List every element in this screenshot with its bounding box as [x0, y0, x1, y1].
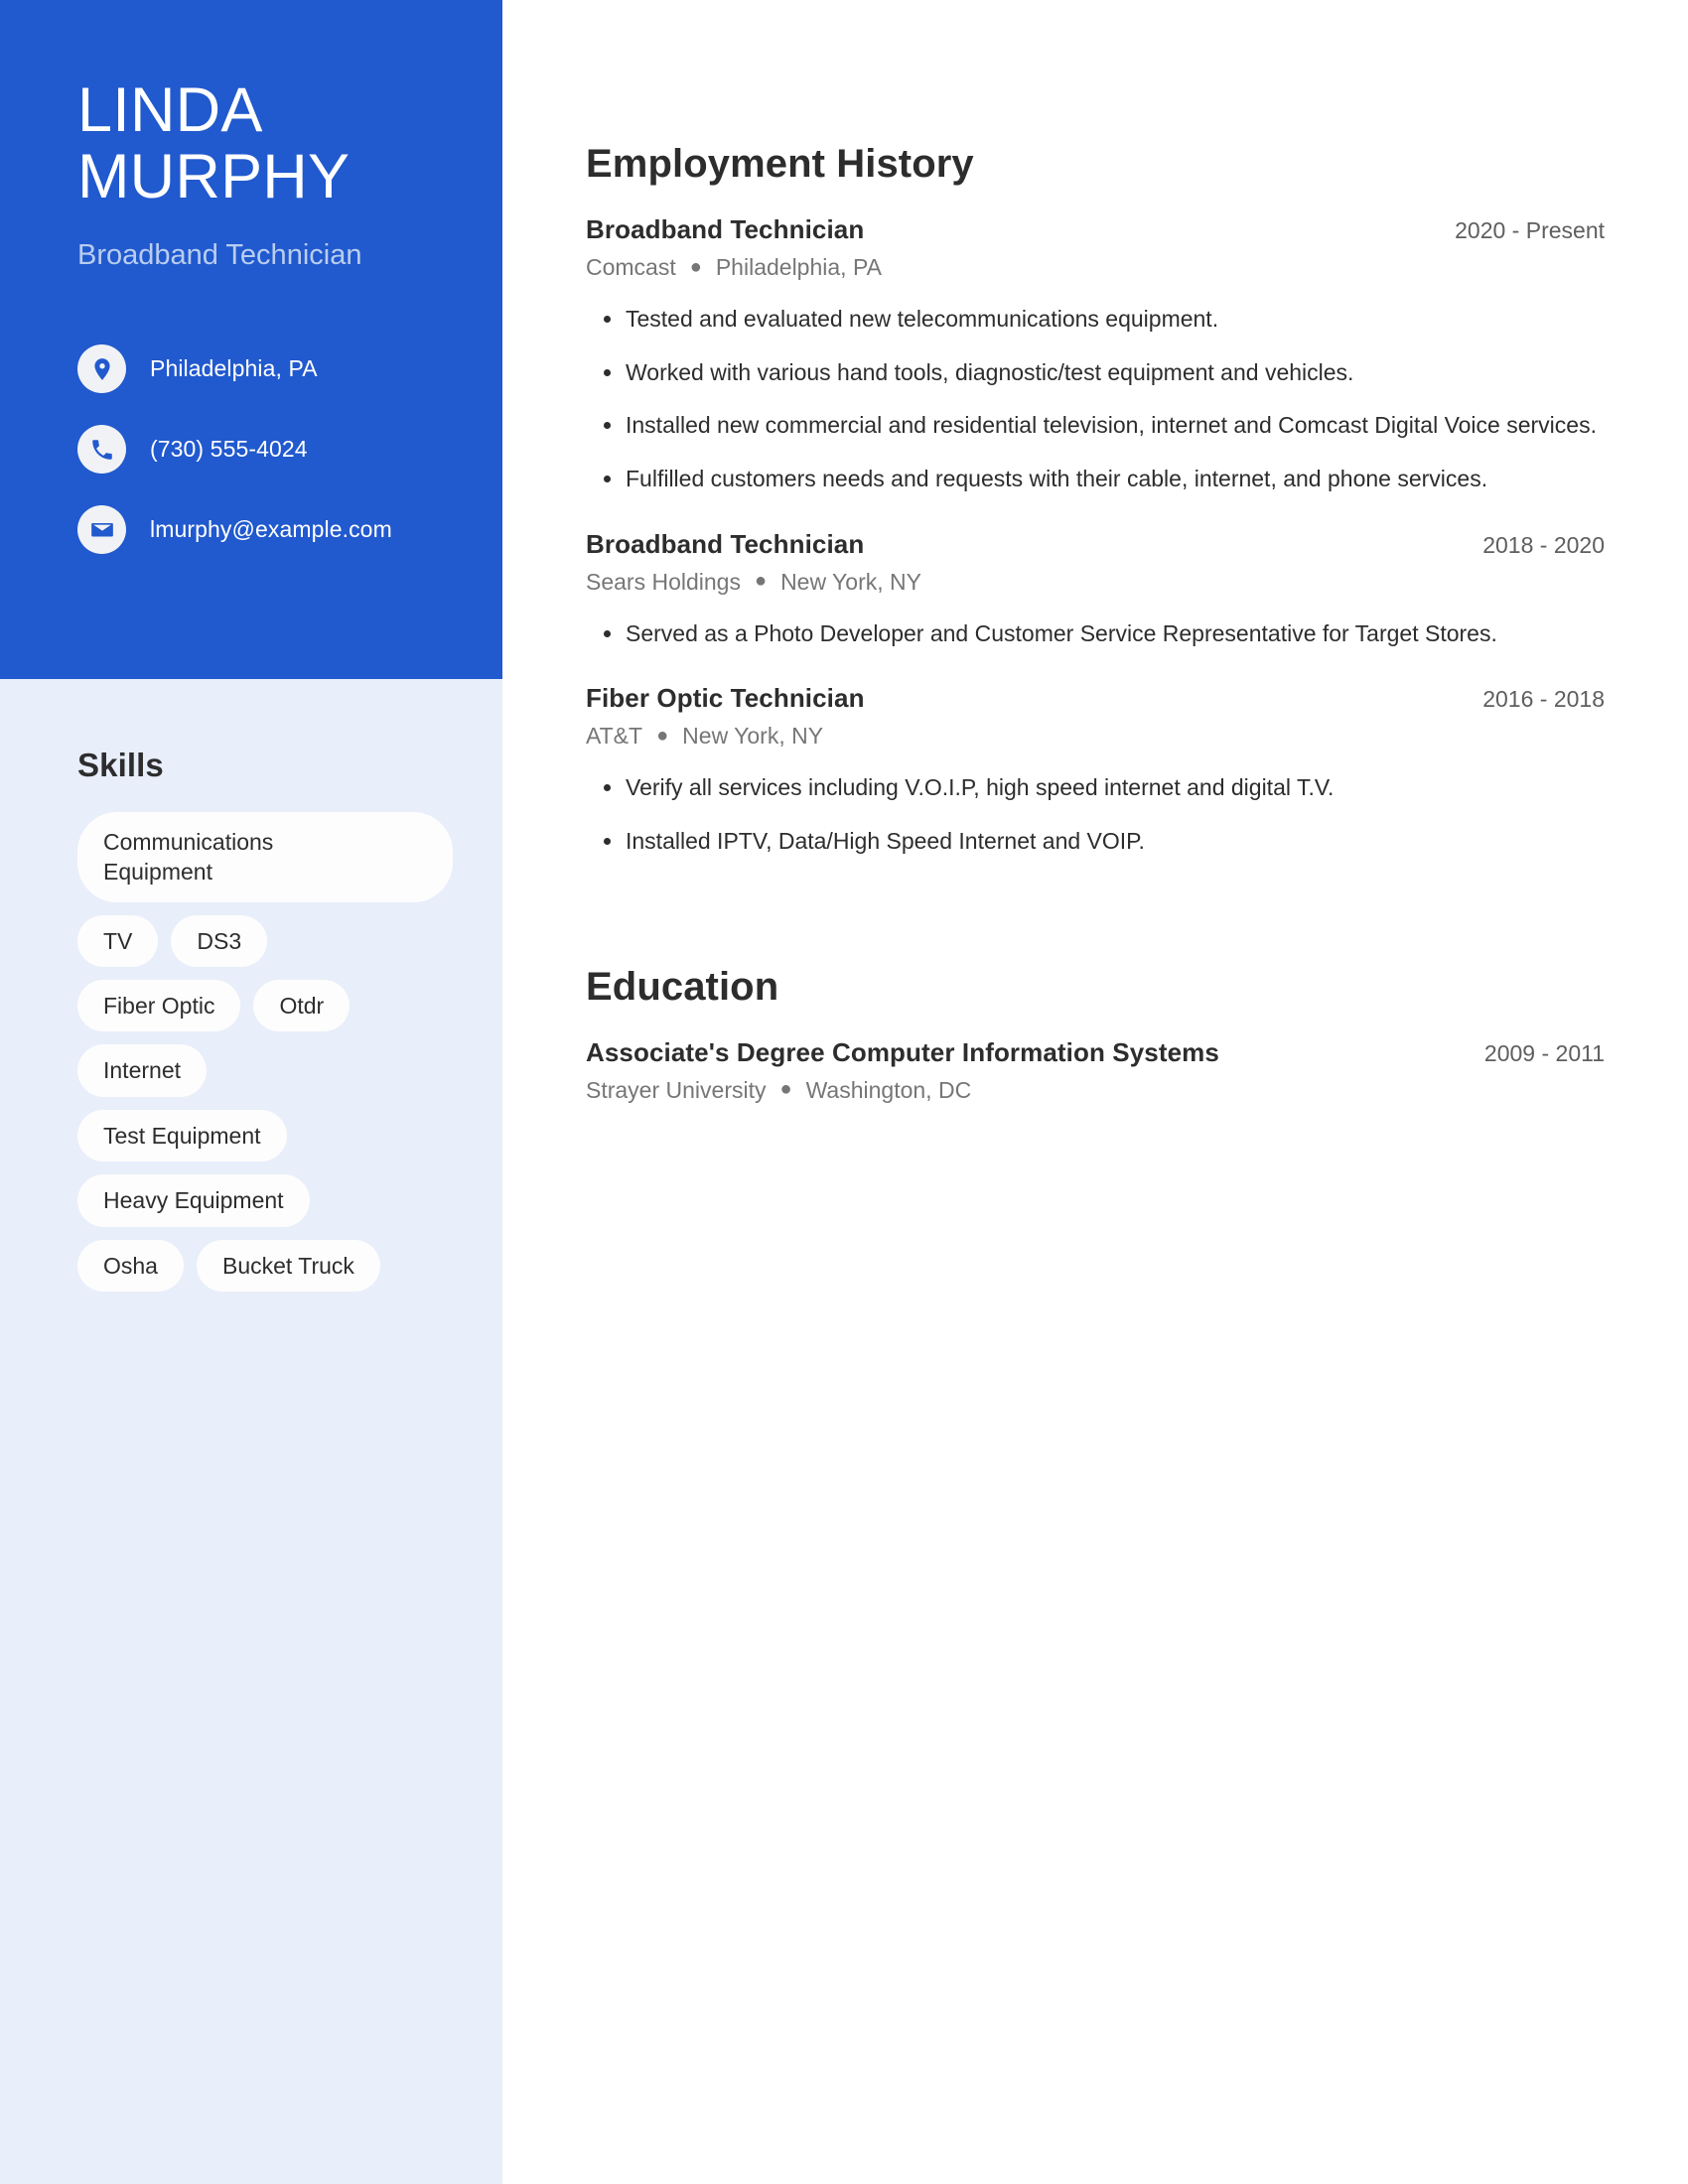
- contact-location-text: Philadelphia, PA: [150, 354, 318, 381]
- employment-location: Philadelphia, PA: [715, 254, 882, 280]
- meta-separator-dot: ●: [689, 255, 702, 278]
- contact-phone-text: (730) 555-4024: [150, 435, 308, 462]
- employment-bullet: Worked with various hand tools, diagnost…: [586, 356, 1605, 389]
- resume-page: LINDA MURPHY Broadband Technician Philad…: [0, 0, 1688, 2184]
- education-location: Washington, DC: [805, 1076, 972, 1103]
- employment-entry: Broadband Technician 2020 - Present Comcas…: [586, 214, 1605, 495]
- contact-email-text: lmurphy@example.com: [150, 515, 392, 542]
- employment-location: New York, NY: [682, 723, 824, 750]
- employment-job-title: Broadband Technician: [586, 214, 865, 244]
- education-school-location: Strayer University ● Washington, DC: [586, 1077, 1605, 1104]
- meta-separator-dot: ●: [779, 1078, 792, 1101]
- education-degree-title: Associate's Degree Computer Information …: [586, 1036, 1219, 1067]
- skill-pill[interactable]: Bucket Truck: [196, 1239, 380, 1292]
- employment-bullet: Fulfilled customers needs and requests w…: [586, 463, 1605, 495]
- education-date-range: 2009 - 2011: [1483, 1039, 1605, 1066]
- employment-entry-head: Broadband Technician 2020 - Present: [586, 214, 1605, 245]
- skill-row: Fiber Optic Otdr: [77, 980, 453, 1032]
- employment-bullet: Installed new commercial and residential…: [586, 409, 1605, 442]
- employment-history-section: Employment History Broadband Technician 2…: [586, 142, 1605, 858]
- employment-job-title: Fiber Optic Technician: [586, 683, 865, 714]
- employment-bullet-list: Tested and evaluated new telecommunicati…: [586, 303, 1605, 495]
- skill-pill-rows: Communications Equipment TV DS3 Fiber Optic…: [77, 812, 453, 1292]
- candidate-job-title: Broadband Technician: [77, 238, 362, 271]
- employment-bullet-list: Verify all services including V.O.I.P, h…: [586, 771, 1605, 857]
- education-entries: Associate's Degree Computer Information …: [586, 1037, 1605, 1104]
- employment-date-range: 2020 - Present: [1455, 217, 1605, 243]
- employment-company-location: Sears Holdings ● New York, NY: [586, 569, 1605, 596]
- candidate-first-name: LINDA: [77, 75, 263, 145]
- employment-bullet: Tested and evaluated new telecommunicati…: [586, 303, 1605, 336]
- education-entry-head: Associate's Degree Computer Information …: [586, 1037, 1605, 1068]
- employment-company-location: AT&T ● New York, NY: [586, 723, 1605, 750]
- employment-job-title: Broadband Technician: [586, 528, 865, 559]
- skill-row: Heavy Equipment: [77, 1174, 453, 1227]
- phone-icon: [77, 425, 126, 475]
- sidebar: LINDA MURPHY Broadband Technician Philad…: [0, 0, 502, 2184]
- candidate-last-name: MURPHY: [77, 142, 351, 212]
- employment-bullet-list: Served as a Photo Developer and Customer…: [586, 617, 1605, 650]
- employment-date-range: 2016 - 2018: [1482, 686, 1605, 713]
- education-entry: Associate's Degree Computer Information …: [586, 1037, 1605, 1104]
- employment-company: Sears Holdings: [586, 568, 741, 595]
- employment-company-location: Comcast ● Philadelphia, PA: [586, 254, 1605, 281]
- contact-item-location[interactable]: Philadelphia, PA: [77, 344, 433, 394]
- skill-pill[interactable]: DS3: [171, 914, 268, 968]
- employment-entry: Fiber Optic Technician 2016 - 2018 AT&T ● Ne…: [586, 683, 1605, 857]
- employment-company: AT&T: [586, 723, 643, 750]
- skill-pill[interactable]: Heavy Equipment: [77, 1174, 310, 1227]
- employment-bullet: Served as a Photo Developer and Customer…: [586, 617, 1605, 650]
- skill-pill[interactable]: Otdr: [253, 980, 351, 1032]
- skill-row: Test Equipment: [77, 1109, 453, 1162]
- employment-entry-head: Fiber Optic Technician 2016 - 2018: [586, 683, 1605, 714]
- employment-location: New York, NY: [780, 568, 921, 595]
- candidate-name: LINDA MURPHY: [77, 75, 433, 212]
- employment-date-range: 2018 - 2020: [1482, 531, 1605, 558]
- sidebar-header: LINDA MURPHY Broadband Technician Philad…: [0, 0, 502, 679]
- main-content: Employment History Broadband Technician 2…: [502, 0, 1688, 2184]
- employment-entry-head: Broadband Technician 2018 - 2020: [586, 529, 1605, 560]
- employment-company: Comcast: [586, 254, 676, 280]
- skill-pill[interactable]: Internet: [77, 1044, 207, 1097]
- skill-pill[interactable]: Osha: [77, 1239, 184, 1292]
- employment-history-heading: Employment History: [586, 142, 974, 186]
- education-section: Education Associate's Degree Computer In…: [586, 965, 1605, 1104]
- skill-pill[interactable]: Test Equipment: [77, 1109, 287, 1162]
- contact-item-phone[interactable]: (730) 555-4024: [77, 425, 433, 475]
- contact-item-email[interactable]: lmurphy@example.com: [77, 505, 433, 555]
- meta-separator-dot: ●: [754, 570, 768, 593]
- skill-row: Internet: [77, 1044, 453, 1097]
- skill-pill[interactable]: Fiber Optic: [77, 980, 241, 1032]
- skill-pill[interactable]: TV: [77, 914, 159, 968]
- meta-separator-dot: ●: [656, 724, 669, 747]
- contact-list: Philadelphia, PA (730) 555-4024 lmurphy@…: [77, 344, 433, 555]
- employment-bullet: Installed IPTV, Data/High Speed Internet…: [586, 825, 1605, 858]
- skill-row: Communications Equipment: [77, 812, 453, 902]
- skill-pill[interactable]: Communications Equipment: [77, 812, 453, 902]
- skills-section: Skills Communications Equipment TV DS3 Fibe…: [0, 679, 502, 1331]
- employment-entry: Broadband Technician 2018 - 2020 Sears Hol…: [586, 529, 1605, 650]
- location-pin-icon: [77, 344, 126, 394]
- education-heading: Education: [586, 964, 779, 1009]
- employment-bullet: Verify all services including V.O.I.P, h…: [586, 771, 1605, 804]
- skill-row: Osha Bucket Truck: [77, 1239, 453, 1292]
- envelope-icon: [77, 505, 126, 555]
- skills-heading: Skills: [77, 747, 164, 783]
- employment-entries: Broadband Technician 2020 - Present Comcas…: [586, 214, 1605, 858]
- education-school: Strayer University: [586, 1076, 767, 1103]
- skill-row: TV DS3: [77, 914, 453, 968]
